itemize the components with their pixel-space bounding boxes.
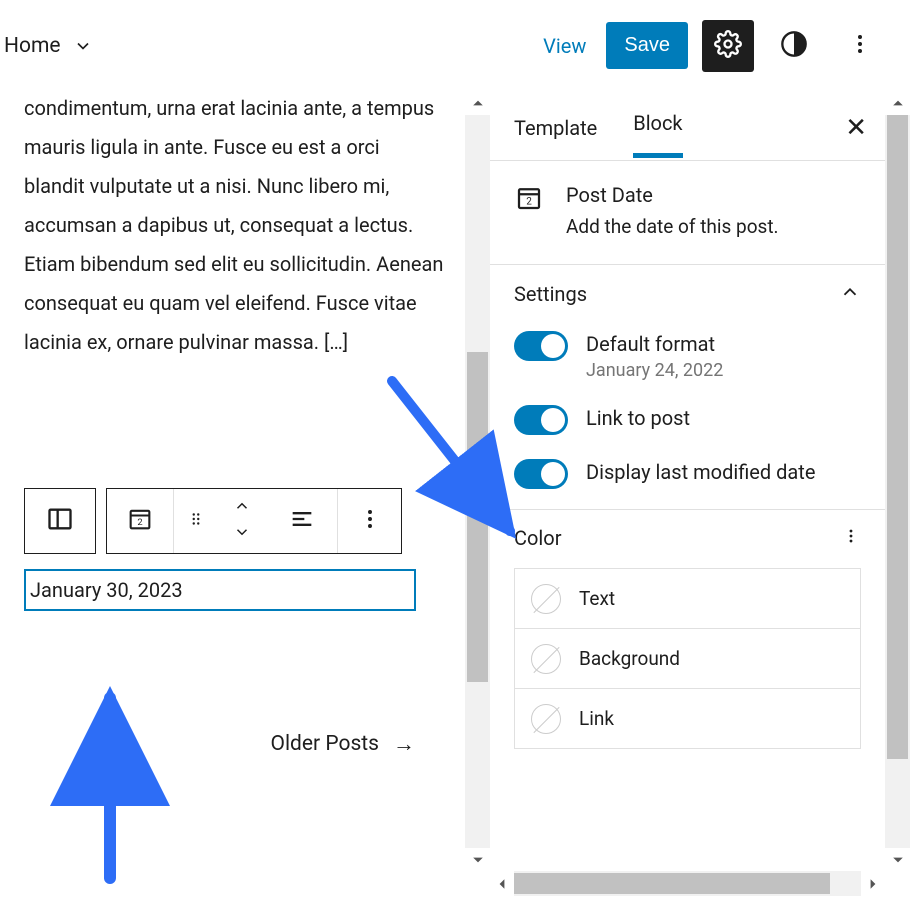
color-label: Link xyxy=(579,707,614,730)
toggle-display-modified[interactable] xyxy=(514,459,568,489)
color-list: Text Background Link xyxy=(514,568,861,749)
editor-canvas: condimentum, urna erat lacinia ante, a t… xyxy=(0,91,490,872)
scroll-right-icon[interactable] xyxy=(861,872,885,896)
align-left-icon xyxy=(288,505,316,537)
editor-vertical-scrollbar[interactable] xyxy=(465,91,490,872)
block-options-button[interactable] xyxy=(337,489,401,553)
scroll-left-icon[interactable] xyxy=(490,872,514,896)
older-posts-label: Older Posts xyxy=(271,732,380,756)
setting-default-format: Default format January 24, 2022 xyxy=(514,331,861,381)
chevron-up-icon xyxy=(839,281,861,307)
top-toolbar: Home View Save xyxy=(0,0,910,91)
layout-icon xyxy=(46,505,74,537)
block-description: Add the date of this post. xyxy=(566,215,779,238)
close-icon: ✕ xyxy=(845,113,867,143)
scroll-up-icon[interactable] xyxy=(465,91,490,115)
svg-text:2: 2 xyxy=(526,196,532,207)
move-down-button[interactable] xyxy=(233,523,251,545)
gear-icon xyxy=(714,30,742,62)
scroll-up-icon[interactable] xyxy=(885,91,910,115)
top-actions: View Save xyxy=(537,20,886,72)
post-date-icon: 2 xyxy=(514,183,544,238)
dots-vertical-icon[interactable] xyxy=(841,526,861,550)
swatch-none-icon xyxy=(531,584,561,614)
color-panel-header[interactable]: Color xyxy=(514,526,861,560)
dots-vertical-icon xyxy=(356,505,384,537)
color-text[interactable]: Text xyxy=(515,569,860,629)
swatch-none-icon xyxy=(531,644,561,674)
scroll-down-icon[interactable] xyxy=(885,848,910,872)
save-button[interactable]: Save xyxy=(606,22,688,69)
arrow-right-icon: → xyxy=(393,731,415,757)
block-toolbar: 2 xyxy=(24,488,402,554)
scrollbar-thumb[interactable] xyxy=(887,115,908,759)
scrollbar-thumb[interactable] xyxy=(514,873,830,894)
toolbar-group-parent xyxy=(24,488,96,554)
align-button[interactable] xyxy=(267,489,337,553)
scroll-down-icon[interactable] xyxy=(465,848,490,872)
chevron-down-icon[interactable] xyxy=(73,36,93,56)
setting-link-to-post: Link to post xyxy=(514,405,861,435)
scrollbar-thumb[interactable] xyxy=(467,352,488,682)
close-sidebar-button[interactable]: ✕ xyxy=(845,113,867,143)
post-excerpt[interactable]: condimentum, urna erat lacinia ante, a t… xyxy=(24,91,445,362)
scrollbar-track[interactable] xyxy=(465,115,490,848)
scrollbar-track[interactable] xyxy=(514,871,861,896)
contrast-icon xyxy=(780,30,808,62)
block-title: Post Date xyxy=(566,183,779,207)
swatch-none-icon xyxy=(531,704,561,734)
post-date-block[interactable]: January 30, 2023 xyxy=(24,569,416,611)
block-info: 2 Post Date Add the date of this post. xyxy=(490,161,885,265)
older-posts-link[interactable]: Older Posts → xyxy=(271,731,416,757)
drag-icon xyxy=(187,510,205,532)
styles-button[interactable] xyxy=(768,20,820,72)
color-label: Background xyxy=(579,647,680,670)
dots-vertical-icon xyxy=(848,32,872,60)
more-options-button[interactable] xyxy=(834,20,886,72)
post-date-icon: 2 xyxy=(126,505,154,537)
setting-subtext: January 24, 2022 xyxy=(586,360,723,381)
sidebar-vertical-scrollbar[interactable] xyxy=(885,91,910,872)
move-buttons xyxy=(217,497,267,545)
toggle-link-to-post[interactable] xyxy=(514,405,568,435)
setting-label: Display last modified date xyxy=(586,459,815,486)
color-background[interactable]: Background xyxy=(515,629,860,689)
toggle-default-format[interactable] xyxy=(514,331,568,361)
select-parent-button[interactable] xyxy=(25,489,95,553)
settings-panel-title: Settings xyxy=(514,282,587,306)
scrollbar-track[interactable] xyxy=(885,115,910,848)
color-link[interactable]: Link xyxy=(515,689,860,749)
color-label: Text xyxy=(579,587,615,610)
move-up-button[interactable] xyxy=(233,497,251,519)
color-panel-title: Color xyxy=(514,526,561,550)
tab-template[interactable]: Template xyxy=(514,98,597,154)
settings-sidebar: Template Block ✕ 2 Post Date Add the dat… xyxy=(490,91,910,872)
setting-display-modified: Display last modified date xyxy=(514,459,861,489)
post-date-value: January 30, 2023 xyxy=(30,578,183,602)
setting-label: Link to post xyxy=(586,405,690,432)
color-panel: Color Text Background xyxy=(490,510,885,769)
sidebar-tabs: Template Block ✕ xyxy=(490,91,885,161)
settings-panel: Settings Default format January 24, 2022… xyxy=(490,265,885,510)
setting-label: Default format xyxy=(586,331,723,358)
settings-panel-header[interactable]: Settings xyxy=(514,281,861,307)
tab-block[interactable]: Block xyxy=(633,93,682,158)
home-link[interactable]: Home xyxy=(4,34,61,58)
sidebar-horizontal-scrollbar[interactable] xyxy=(490,871,910,896)
block-type-button[interactable]: 2 xyxy=(107,489,173,553)
svg-text:2: 2 xyxy=(137,517,142,528)
view-link[interactable]: View xyxy=(537,26,592,66)
home-breadcrumb[interactable]: Home xyxy=(0,34,93,58)
toolbar-group-main: 2 xyxy=(106,488,402,554)
settings-button[interactable] xyxy=(702,20,754,72)
drag-handle[interactable] xyxy=(173,489,217,553)
